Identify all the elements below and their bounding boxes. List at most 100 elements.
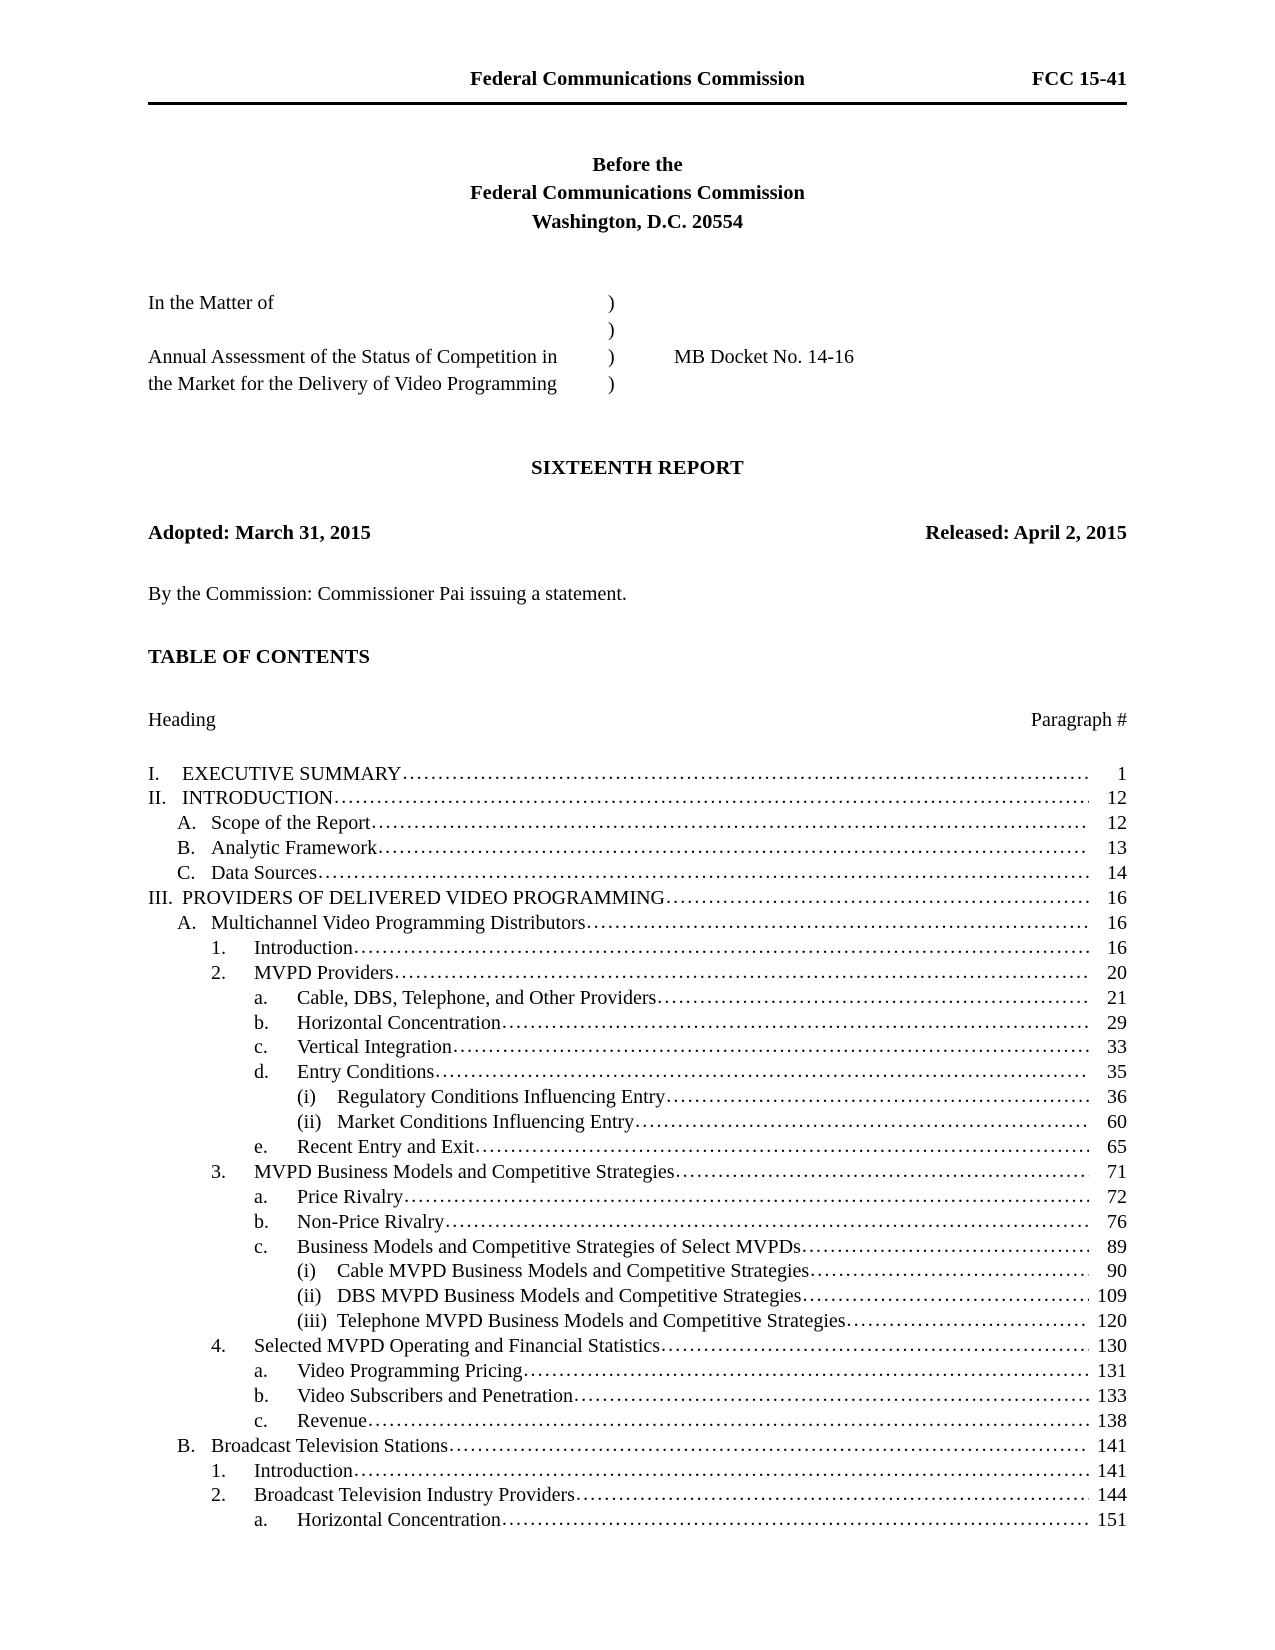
toc-entry[interactable]: c. Revenue...............................… — [148, 1409, 1127, 1434]
matter-proceeding-line-2: the Market for the Delivery of Video Pro… — [148, 373, 557, 396]
toc-entry[interactable]: b. Horizontal Concentration..............… — [148, 1011, 1127, 1036]
toc-entry-label: Video Programming Pricing — [297, 1359, 523, 1382]
toc-entry[interactable]: 3. MVPD Business Models and Competitive S… — [148, 1160, 1127, 1185]
toc-entry[interactable]: C. Data Sources..........................… — [148, 861, 1127, 886]
matter-proceeding-line-1: Annual Assessment of the Status of Compe… — [148, 346, 558, 369]
toc-dot-leader: ........................................… — [501, 1508, 1089, 1531]
toc-entry[interactable]: b. Non-Price Rivalry.....................… — [148, 1210, 1127, 1235]
toc-entry-paragraph-number: 21 — [1107, 986, 1127, 1009]
toc-entry[interactable]: 1. Introduction..........................… — [148, 936, 1127, 961]
toc-entry[interactable]: 1. Introduction..........................… — [148, 1459, 1127, 1484]
toc-entry-number: (i) — [297, 1086, 316, 1109]
toc-dot-leader: ........................................… — [675, 1159, 1089, 1182]
toc-entry-number: (iii) — [297, 1310, 327, 1333]
toc-entry-paragraph-number: 76 — [1107, 1210, 1127, 1233]
toc-entry-label: Horizontal Concentration — [297, 1011, 501, 1034]
toc-entry-paragraph-number: 13 — [1107, 837, 1127, 860]
toc-entry-label: EXECUTIVE SUMMARY — [182, 762, 402, 785]
toc-entry[interactable]: c. Business Models and Competitive Strate… — [148, 1235, 1127, 1260]
toc-entry[interactable]: II. INTRODUCTION.........................… — [148, 786, 1127, 811]
toc-entry[interactable]: B. Analytic Framework....................… — [148, 836, 1127, 861]
toc-entry[interactable]: 4. Selected MVPD Operating and Financial … — [148, 1334, 1127, 1359]
toc-entry[interactable]: (i) Regulatory Conditions Influencing Ent… — [148, 1085, 1127, 1110]
toc-entry-paragraph-number: 16 — [1107, 936, 1127, 959]
toc-entry-paragraph-number: 16 — [1107, 911, 1127, 934]
toc-entry-label: Scope of the Report — [211, 812, 371, 835]
toc-entry-label: Cable MVPD Business Models and Competiti… — [337, 1260, 810, 1283]
header-rule — [148, 102, 1127, 105]
toc-entry-paragraph-number: 65 — [1107, 1135, 1127, 1158]
toc-entry[interactable]: (ii) Market Conditions Influencing Entry.… — [148, 1110, 1127, 1135]
by-the-commission-line: By the Commission: Commissioner Pai issu… — [148, 582, 627, 605]
toc-entry-number: b. — [254, 1210, 269, 1233]
released-date: Released: April 2, 2015 — [925, 521, 1127, 544]
toc-entry-label: Multichannel Video Programming Distribut… — [211, 911, 586, 934]
toc-entry-paragraph-number: 133 — [1097, 1384, 1127, 1407]
toc-entry[interactable]: 2. MVPD Providers........................… — [148, 961, 1127, 986]
toc-dot-leader: ........................................… — [353, 935, 1089, 958]
toc-entry-label: Video Subscribers and Penetration — [297, 1384, 573, 1407]
table-of-contents-title: TABLE OF CONTENTS — [148, 645, 371, 668]
toc-entry-paragraph-number: 120 — [1097, 1310, 1127, 1333]
caption-line-before-the: Before the — [592, 154, 683, 176]
toc-entry[interactable]: A. Scope of the Report...................… — [148, 811, 1127, 836]
toc-entry[interactable]: a. Video Programming Pricing.............… — [148, 1359, 1127, 1384]
toc-entry[interactable]: b. Video Subscribers and Penetration.....… — [148, 1384, 1127, 1409]
toc-entry-number: b. — [254, 1384, 269, 1407]
report-title: SIXTEENTH REPORT — [531, 456, 744, 479]
toc-entry-number: 4. — [211, 1335, 226, 1358]
toc-dot-leader: ........................................… — [666, 1085, 1089, 1108]
toc-entry-paragraph-number: 16 — [1107, 887, 1127, 910]
docket-number: MB Docket No. 14-16 — [674, 346, 854, 369]
toc-entry-paragraph-number: 1 — [1117, 762, 1127, 785]
adopted-date: Adopted: March 31, 2015 — [148, 521, 371, 544]
toc-dot-leader: ........................................… — [573, 1383, 1089, 1406]
toc-entry[interactable]: d. Entry Conditions......................… — [148, 1060, 1127, 1085]
toc-entry[interactable]: (i) Cable MVPD Business Models and Compet… — [148, 1259, 1127, 1284]
toc-dot-leader: ........................................… — [810, 1259, 1089, 1282]
document-page: Federal Communications Commission FCC 15… — [0, 0, 1275, 1650]
toc-entry-number: B. — [177, 1434, 196, 1457]
toc-dot-leader: ........................................… — [635, 1110, 1089, 1133]
toc-entry[interactable]: a. Price Rivalry.........................… — [148, 1185, 1127, 1210]
toc-entry-paragraph-number: 130 — [1097, 1335, 1127, 1358]
toc-entry-paragraph-number: 109 — [1097, 1285, 1127, 1308]
toc-entry-paragraph-number: 71 — [1107, 1160, 1127, 1183]
toc-entry-number: e. — [254, 1135, 268, 1158]
toc-entry[interactable]: a. Horizontal Concentration..............… — [148, 1508, 1127, 1533]
toc-entry-number: A. — [177, 812, 197, 835]
toc-entry-number: A. — [177, 911, 197, 934]
toc-entry-number: c. — [254, 1409, 268, 1432]
matter-label-in-the-matter-of: In the Matter of — [148, 291, 275, 314]
toc-entry-label: Business Models and Competitive Strategi… — [297, 1235, 801, 1258]
toc-entry[interactable]: (iii) Telephone MVPD Business Models and … — [148, 1309, 1127, 1334]
toc-entry-paragraph-number: 141 — [1097, 1434, 1127, 1457]
toc-entry-number: a. — [254, 1185, 268, 1208]
toc-dot-leader: ........................................… — [657, 985, 1089, 1008]
toc-entry[interactable]: a. Cable, DBS, Telephone, and Other Provi… — [148, 986, 1127, 1011]
toc-entry-number: (ii) — [297, 1111, 322, 1134]
toc-entry[interactable]: e. Recent Entry and Exit.................… — [148, 1135, 1127, 1160]
running-header-center: Federal Communications Commission — [470, 68, 805, 90]
toc-entry-label: Recent Entry and Exit — [297, 1135, 475, 1158]
toc-entry[interactable]: 2. Broadcast Television Industry Provider… — [148, 1483, 1127, 1508]
toc-dot-leader: ........................................… — [435, 1060, 1089, 1083]
toc-entry-label: Entry Conditions — [297, 1061, 435, 1084]
toc-entry-label: Introduction — [254, 1459, 353, 1482]
toc-entry-number: 2. — [211, 961, 226, 984]
toc-entry[interactable]: c. Vertical Integration..................… — [148, 1035, 1127, 1060]
toc-dot-leader: ........................................… — [445, 1209, 1089, 1232]
toc-entry-label: Analytic Framework — [211, 837, 378, 860]
toc-entry[interactable]: A. Multichannel Video Programming Distrib… — [148, 911, 1127, 936]
toc-entry-label: Telephone MVPD Business Models and Compe… — [337, 1310, 846, 1333]
toc-dot-leader: ........................................… — [449, 1433, 1089, 1456]
toc-entry-label: DBS MVPD Business Models and Competitive… — [337, 1285, 802, 1308]
toc-entry[interactable]: III. PROVIDERS OF DELIVERED VIDEO PROGRAM… — [148, 886, 1127, 911]
toc-entry[interactable]: I. EXECUTIVE SUMMARY.....................… — [148, 762, 1127, 787]
toc-entry-number: a. — [254, 1359, 268, 1382]
toc-dot-leader: ........................................… — [586, 910, 1089, 933]
toc-dot-leader: ........................................… — [575, 1483, 1089, 1506]
toc-entry[interactable]: B. Broadcast Television Stations.........… — [148, 1434, 1127, 1459]
toc-entry-number: 1. — [211, 1459, 226, 1482]
toc-entry[interactable]: (ii) DBS MVPD Business Models and Competi… — [148, 1284, 1127, 1309]
